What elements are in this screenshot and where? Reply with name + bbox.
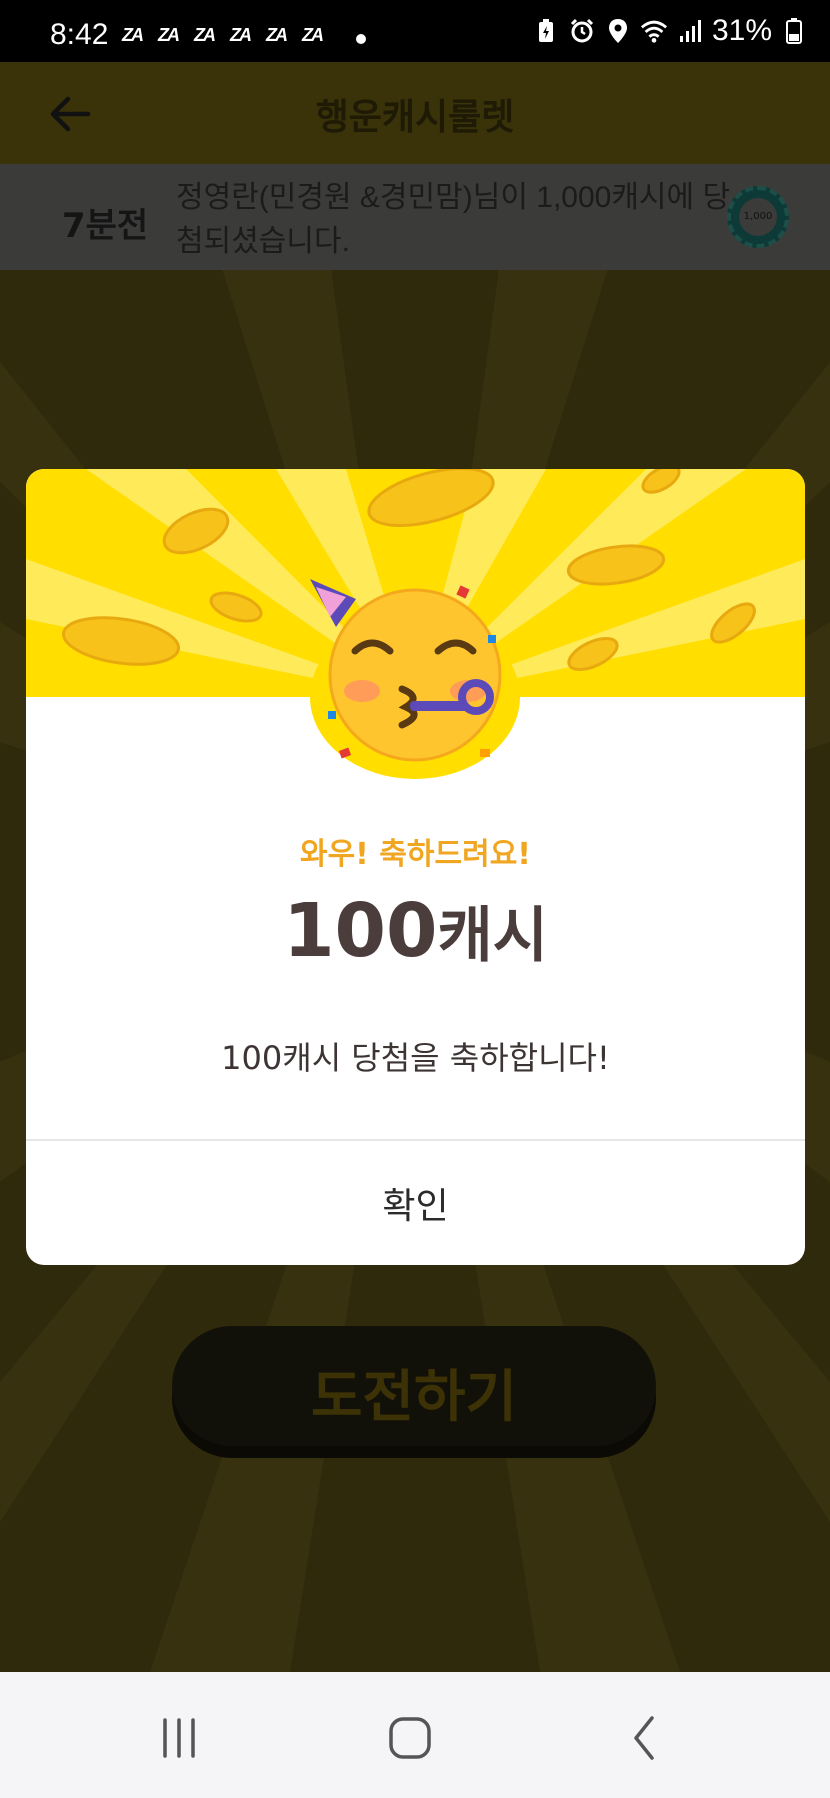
app-header: 행운캐시룰렛 — [0, 62, 830, 164]
app-notification-icon: ZA — [302, 25, 324, 45]
cash-chip-icon: 1,000 — [727, 186, 789, 248]
status-bar: 8:42 ZA ZA ZA ZA ZA ZA 31% — [0, 0, 830, 62]
alarm-icon — [568, 14, 596, 48]
cash-chip-label: 1,000 — [739, 198, 777, 236]
app-notification-icon: ZA — [194, 25, 216, 45]
home-icon[interactable] — [380, 1708, 440, 1768]
challenge-button-label: 도전하기 — [310, 1365, 518, 1430]
page-title: 행운캐시룰렛 — [315, 97, 515, 138]
notification-icons: ZA ZA ZA ZA ZA ZA — [122, 22, 332, 48]
party-face-emoji — [310, 579, 520, 779]
winner-ticker: 7분전 정영란(민경원 &경민맘)님이 1,000캐시에 당첨되셨습니다. — [0, 164, 830, 270]
app-notification-icon: ZA — [158, 25, 180, 45]
app-notification-icon: ZA — [122, 25, 144, 45]
reward-amount-unit: 캐시 — [437, 901, 548, 971]
wifi-icon — [640, 14, 668, 48]
challenge-button[interactable]: 도전하기 — [172, 1326, 656, 1446]
ticker-message: 정영란(민경원 &경민맘)님이 1,000캐시에 당첨되셨습니다. — [176, 181, 731, 258]
dialog-description: 100캐시 당첨을 축하합니다! — [221, 1039, 610, 1077]
app-notification-icon: ZA — [266, 25, 288, 45]
app-notification-icon: ZA — [230, 25, 252, 45]
back-icon[interactable] — [614, 1708, 674, 1768]
recent-apps-icon[interactable] — [149, 1708, 209, 1768]
dialog-heading: 와우! 축하드려요! — [299, 837, 531, 872]
status-time: 8:42 — [50, 18, 109, 51]
more-notifications-dot-icon — [356, 34, 366, 44]
system-status-icons: 31% — [532, 14, 808, 48]
reward-amount-number: 100 — [283, 888, 438, 974]
ticker-time: 7분전 — [62, 206, 149, 246]
navigation-bar — [0, 1672, 830, 1798]
location-icon — [604, 14, 632, 48]
reward-dialog: 와우! 축하드려요! 100캐시 100캐시 당첨을 축하합니다! 확인 — [26, 469, 805, 1265]
battery-saver-icon — [532, 14, 560, 48]
signal-icon — [676, 14, 704, 48]
battery-icon — [780, 14, 808, 48]
reward-amount: 100캐시 — [26, 887, 805, 974]
battery-percentage: 31% — [711, 14, 772, 47]
confirm-button[interactable]: 확인 — [26, 1141, 805, 1265]
